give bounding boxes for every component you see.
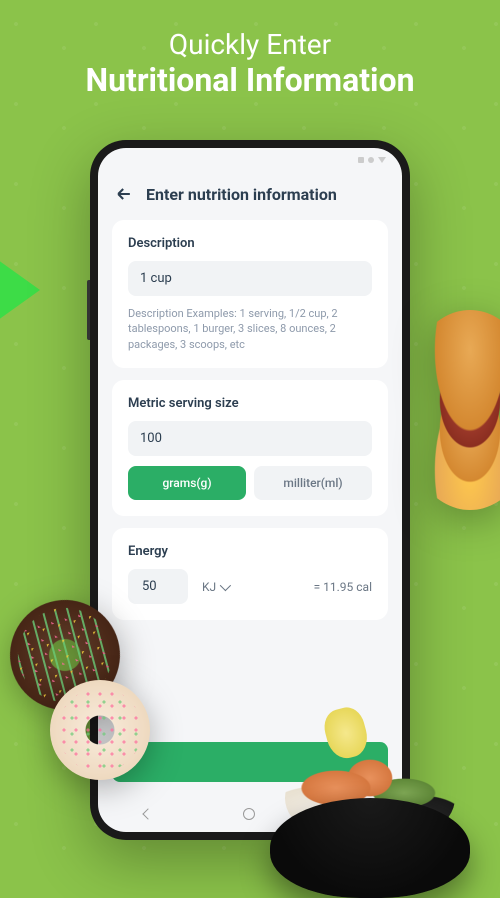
decorative-donut <box>50 680 150 780</box>
app-header: Enter nutrition information <box>98 172 402 220</box>
status-icon <box>378 157 386 163</box>
energy-unit-label: KJ <box>202 580 216 594</box>
decorative-bowl <box>260 718 480 898</box>
description-input[interactable]: 1 cup <box>128 261 372 296</box>
description-label: Description <box>128 236 372 251</box>
energy-label: Energy <box>128 544 372 559</box>
energy-input[interactable]: 50 <box>128 569 188 604</box>
nav-back-icon[interactable] <box>142 808 153 819</box>
status-icon <box>358 157 364 163</box>
energy-result: = 11.95 cal <box>314 580 372 594</box>
metric-label: Metric serving size <box>128 396 372 411</box>
description-card: Description 1 cup Description Examples: … <box>112 220 388 368</box>
page-title: Enter nutrition information <box>146 185 337 204</box>
metric-input[interactable]: 100 <box>128 421 372 456</box>
nav-home-icon[interactable] <box>243 808 255 820</box>
status-icon <box>368 157 374 163</box>
back-arrow-icon[interactable] <box>114 184 134 204</box>
energy-unit-select[interactable]: KJ <box>196 580 234 594</box>
energy-card: Energy 50 KJ = 11.95 cal <box>112 528 388 620</box>
description-hint: Description Examples: 1 serving, 1/2 cup… <box>128 306 372 352</box>
chevron-down-icon <box>220 580 231 591</box>
unit-ml-button[interactable]: milliter(ml) <box>254 466 372 500</box>
status-bar <box>98 148 402 172</box>
metric-card: Metric serving size 100 grams(g) millite… <box>112 380 388 516</box>
decorative-triangle <box>0 240 40 340</box>
unit-grams-button[interactable]: grams(g) <box>128 466 246 500</box>
